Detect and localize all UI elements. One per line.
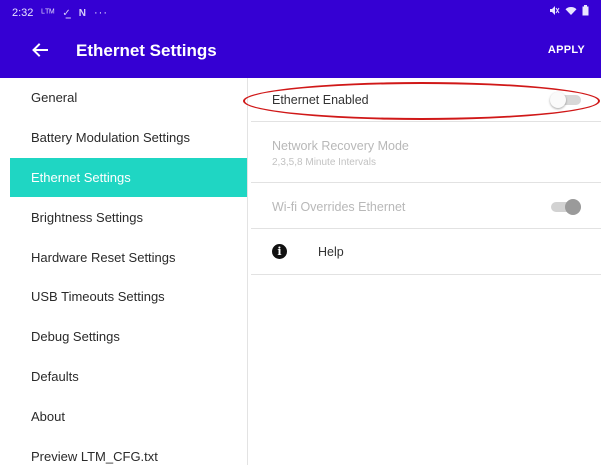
sidebar-item-ethernet[interactable]: Ethernet Settings: [10, 157, 247, 198]
battery-icon: [582, 5, 589, 16]
sidebar-item-label: Debug Settings: [31, 329, 120, 345]
back-button[interactable]: [22, 36, 58, 64]
sidebar-item-general[interactable]: General: [10, 78, 247, 118]
sidebar-item-usb-timeouts[interactable]: USB Timeouts Settings: [10, 277, 247, 317]
status-right: [549, 5, 589, 16]
wifi-overrides-toggle: [551, 199, 581, 215]
ethernet-enabled-label: Ethernet Enabled: [272, 93, 369, 107]
help-label: Help: [318, 245, 344, 259]
sidebar-item-label: Preview LTM_CFG.txt: [31, 448, 158, 464]
network-recovery-label: Network Recovery Mode: [272, 139, 409, 153]
sidebar-item-about[interactable]: About: [10, 396, 247, 436]
more-dots-icon: ···: [94, 7, 108, 19]
help-row[interactable]: i Help: [251, 229, 601, 275]
sidebar-item-label: General: [31, 90, 78, 106]
status-bar: 2:32 ᴸᵀᴹ ✓̲ N ···: [12, 5, 108, 21]
settings-panel: Ethernet Enabled Network Recovery Mode 2…: [251, 78, 601, 465]
sidebar-item-label: USB Timeouts Settings: [31, 289, 165, 305]
sidebar-item-label: Defaults: [31, 368, 79, 384]
ltm-icon: ᴸᵀᴹ: [41, 7, 55, 19]
info-icon: i: [272, 244, 287, 259]
wifi-overrides-row: Wi-fi Overrides Ethernet: [251, 183, 601, 229]
ethernet-enabled-row[interactable]: Ethernet Enabled: [251, 78, 601, 122]
n-icon: N: [78, 7, 86, 19]
arrow-left-icon: [32, 43, 48, 57]
sidebar-item-label: Hardware Reset Settings: [31, 249, 176, 265]
sidebar-item-label: About: [31, 408, 65, 424]
ethernet-enabled-toggle[interactable]: [550, 92, 581, 108]
wifi-icon: [565, 6, 577, 16]
sidebar-item-label: Battery Modulation Settings: [31, 130, 190, 146]
sidebar-item-preview-config[interactable]: Preview LTM_CFG.txt: [10, 436, 247, 465]
wifi-overrides-label: Wi-fi Overrides Ethernet: [272, 200, 406, 214]
sidebar: General Battery Modulation Settings Ethe…: [10, 78, 248, 465]
sidebar-item-battery-modulation[interactable]: Battery Modulation Settings: [10, 118, 247, 158]
sidebar-item-defaults[interactable]: Defaults: [10, 357, 247, 397]
app-bar: 2:32 ᴸᵀᴹ ✓̲ N ··· Ethernet Settings APPL…: [0, 0, 601, 78]
apply-button[interactable]: APPLY: [548, 44, 585, 56]
sidebar-item-label: Ethernet Settings: [31, 169, 131, 185]
network-recovery-subtitle: 2,3,5,8 Minute Intervals: [272, 157, 376, 168]
status-time: 2:32: [12, 7, 34, 19]
sidebar-item-hardware-reset[interactable]: Hardware Reset Settings: [10, 237, 247, 277]
page-title: Ethernet Settings: [76, 41, 217, 60]
mute-icon: [549, 5, 560, 16]
sidebar-item-brightness[interactable]: Brightness Settings: [10, 197, 247, 237]
network-recovery-row: Network Recovery Mode 2,3,5,8 Minute Int…: [251, 122, 601, 183]
check-download-icon: ✓̲: [62, 7, 71, 19]
sidebar-item-debug[interactable]: Debug Settings: [10, 317, 247, 357]
sidebar-item-label: Brightness Settings: [31, 209, 144, 225]
